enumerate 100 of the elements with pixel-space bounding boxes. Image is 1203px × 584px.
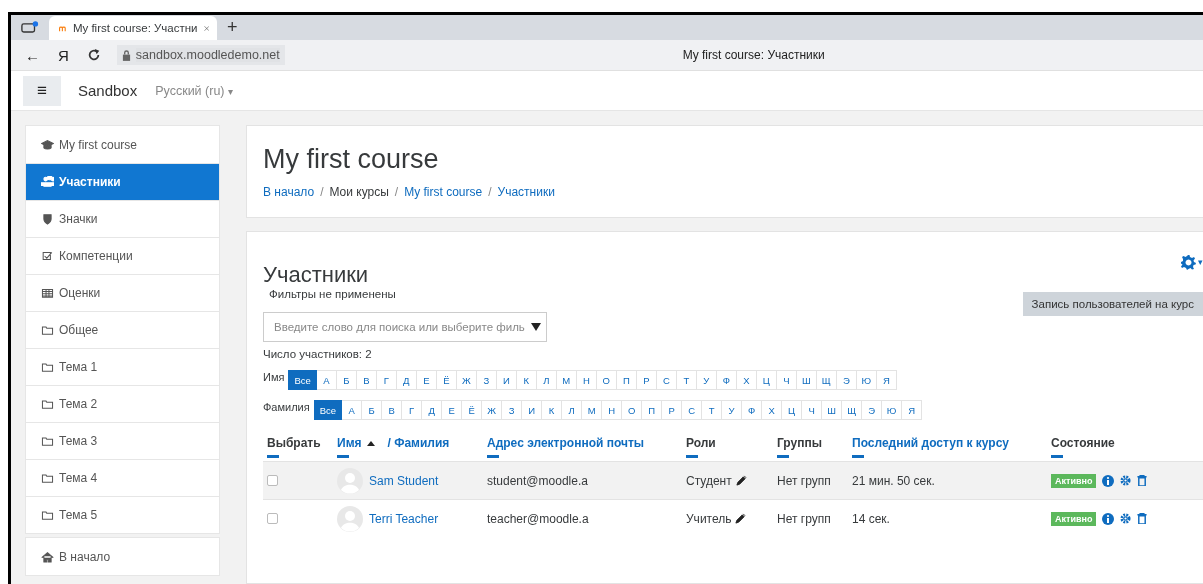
initial-letter[interactable]: Ю bbox=[856, 370, 877, 390]
column-header[interactable]: Адрес электронной почты bbox=[487, 436, 645, 450]
sidebar-item[interactable]: Общее bbox=[26, 311, 219, 348]
initial-letter[interactable]: Н bbox=[576, 370, 597, 390]
initial-letter[interactable]: Щ bbox=[816, 370, 837, 390]
initial-letter[interactable]: Е bbox=[416, 370, 437, 390]
new-tab-button[interactable]: + bbox=[227, 17, 238, 38]
initial-letter[interactable]: Ф bbox=[716, 370, 737, 390]
sidebar-item[interactable]: Тема 5 bbox=[26, 496, 219, 533]
language-menu[interactable]: Русский (ru) ▾ bbox=[155, 83, 233, 98]
column-header[interactable]: / Фамилия bbox=[387, 436, 450, 450]
initial-letter[interactable]: Н bbox=[602, 400, 623, 420]
initial-letter[interactable]: М bbox=[582, 400, 603, 420]
sidebar-item[interactable]: В начало bbox=[26, 538, 219, 575]
user-name-link[interactable]: Sam Student bbox=[369, 473, 439, 488]
info-icon[interactable] bbox=[1102, 512, 1115, 525]
initial-letter[interactable]: З bbox=[476, 370, 497, 390]
initial-letter[interactable]: К bbox=[542, 400, 563, 420]
reload-icon[interactable] bbox=[86, 48, 101, 62]
initial-letter[interactable]: Т bbox=[676, 370, 697, 390]
select-checkbox[interactable] bbox=[267, 513, 278, 524]
initial-letter[interactable]: Д bbox=[396, 370, 417, 390]
initial-letter[interactable]: Ё bbox=[436, 370, 457, 390]
breadcrumb-item[interactable]: Участники bbox=[497, 185, 555, 199]
pencil-icon[interactable] bbox=[735, 513, 747, 524]
sidebar-item[interactable]: Тема 2 bbox=[26, 385, 219, 422]
initial-letter[interactable]: О bbox=[596, 370, 617, 390]
initial-letter[interactable]: Ф bbox=[742, 400, 763, 420]
initial-letter[interactable]: А bbox=[316, 370, 337, 390]
initial-letter[interactable]: И bbox=[496, 370, 517, 390]
initial-letter[interactable]: Ш bbox=[796, 370, 817, 390]
initial-letter[interactable]: П bbox=[642, 400, 663, 420]
site-name[interactable]: Sandbox bbox=[78, 82, 138, 99]
initial-letter[interactable]: У bbox=[696, 370, 717, 390]
initial-letter[interactable]: В bbox=[356, 370, 377, 390]
initial-letter[interactable]: Ш bbox=[822, 400, 843, 420]
sidebar-item[interactable]: Компетенции bbox=[26, 237, 219, 274]
trash-icon[interactable] bbox=[1137, 513, 1148, 524]
initial-letter[interactable]: Б bbox=[336, 370, 357, 390]
initial-letter[interactable]: Т bbox=[702, 400, 723, 420]
sidebar-item[interactable]: Тема 4 bbox=[26, 459, 219, 496]
initial-letter[interactable]: Ц bbox=[756, 370, 777, 390]
column-header[interactable]: Последний доступ к курсу bbox=[852, 436, 1009, 450]
initial-letter[interactable]: З bbox=[502, 400, 523, 420]
initial-letter[interactable]: Все bbox=[288, 370, 317, 390]
initial-letter[interactable]: И bbox=[522, 400, 543, 420]
sidebar-item[interactable]: My first course bbox=[26, 126, 219, 163]
initial-letter[interactable]: В bbox=[382, 400, 403, 420]
initial-letter[interactable]: П bbox=[616, 370, 637, 390]
initial-letter[interactable]: С bbox=[682, 400, 703, 420]
initial-letter[interactable]: Е bbox=[442, 400, 463, 420]
initial-letter[interactable]: Ж bbox=[482, 400, 503, 420]
initial-letter[interactable]: С bbox=[656, 370, 677, 390]
initial-letter[interactable]: У bbox=[722, 400, 743, 420]
initial-letter[interactable]: Ч bbox=[776, 370, 797, 390]
info-icon[interactable] bbox=[1102, 474, 1115, 487]
initial-letter[interactable]: Г bbox=[402, 400, 423, 420]
initial-letter[interactable]: А bbox=[342, 400, 363, 420]
initial-letter[interactable]: Ё bbox=[462, 400, 483, 420]
breadcrumb-item[interactable]: В начало bbox=[263, 185, 315, 199]
initial-letter[interactable]: Ч bbox=[802, 400, 823, 420]
initial-letter[interactable]: Все bbox=[313, 400, 343, 420]
sidebar-item[interactable]: Участники bbox=[26, 163, 219, 200]
initial-letter[interactable]: Щ bbox=[842, 400, 863, 420]
menu-button[interactable]: ≡ bbox=[23, 75, 61, 106]
initial-letter[interactable]: Р bbox=[636, 370, 657, 390]
initial-letter[interactable]: Ю bbox=[882, 400, 903, 420]
initial-letter[interactable]: Л bbox=[562, 400, 583, 420]
initial-letter[interactable]: Г bbox=[376, 370, 397, 390]
initial-letter[interactable]: Ц bbox=[782, 400, 803, 420]
search-field[interactable]: Введите слово для поиска или выберите филь bbox=[263, 312, 547, 342]
trash-icon[interactable] bbox=[1137, 475, 1148, 486]
initial-letter[interactable]: Ж bbox=[456, 370, 477, 390]
column-header[interactable]: Имя bbox=[337, 436, 362, 450]
initial-letter[interactable]: Х bbox=[762, 400, 783, 420]
initial-letter[interactable]: Л bbox=[536, 370, 557, 390]
initial-letter[interactable]: О bbox=[622, 400, 643, 420]
initial-letter[interactable]: М bbox=[556, 370, 577, 390]
enrol-users-button[interactable]: Запись пользователей на курс bbox=[1022, 292, 1203, 316]
yandex-button[interactable]: Я bbox=[58, 46, 69, 64]
select-checkbox[interactable] bbox=[267, 475, 278, 486]
sidebar-item[interactable]: Значки bbox=[26, 200, 219, 237]
initial-letter[interactable]: Д bbox=[422, 400, 443, 420]
initial-letter[interactable]: Б bbox=[362, 400, 383, 420]
sidebar-item[interactable]: Тема 3 bbox=[26, 422, 219, 459]
initial-letter[interactable]: Р bbox=[662, 400, 683, 420]
pencil-icon[interactable] bbox=[735, 475, 747, 486]
breadcrumb-item[interactable]: My first course bbox=[404, 185, 483, 199]
initial-letter[interactable]: Я bbox=[876, 370, 897, 390]
initial-letter[interactable]: Э bbox=[836, 370, 857, 390]
tab-actions-icon[interactable] bbox=[21, 21, 39, 34]
initial-letter[interactable]: Я bbox=[902, 400, 923, 420]
sidebar-item[interactable]: Оценки bbox=[26, 274, 219, 311]
sidebar-item[interactable]: Тема 1 bbox=[26, 348, 219, 385]
initial-letter[interactable]: Э bbox=[862, 400, 883, 420]
browser-tab[interactable]: My first course: Участни bbox=[49, 16, 217, 40]
initial-letter[interactable]: К bbox=[516, 370, 537, 390]
address-field[interactable]: sandbox.moodledemo.net bbox=[116, 45, 285, 65]
initial-letter[interactable]: Х bbox=[736, 370, 757, 390]
user-name-link[interactable]: Terri Teacher bbox=[369, 511, 439, 526]
